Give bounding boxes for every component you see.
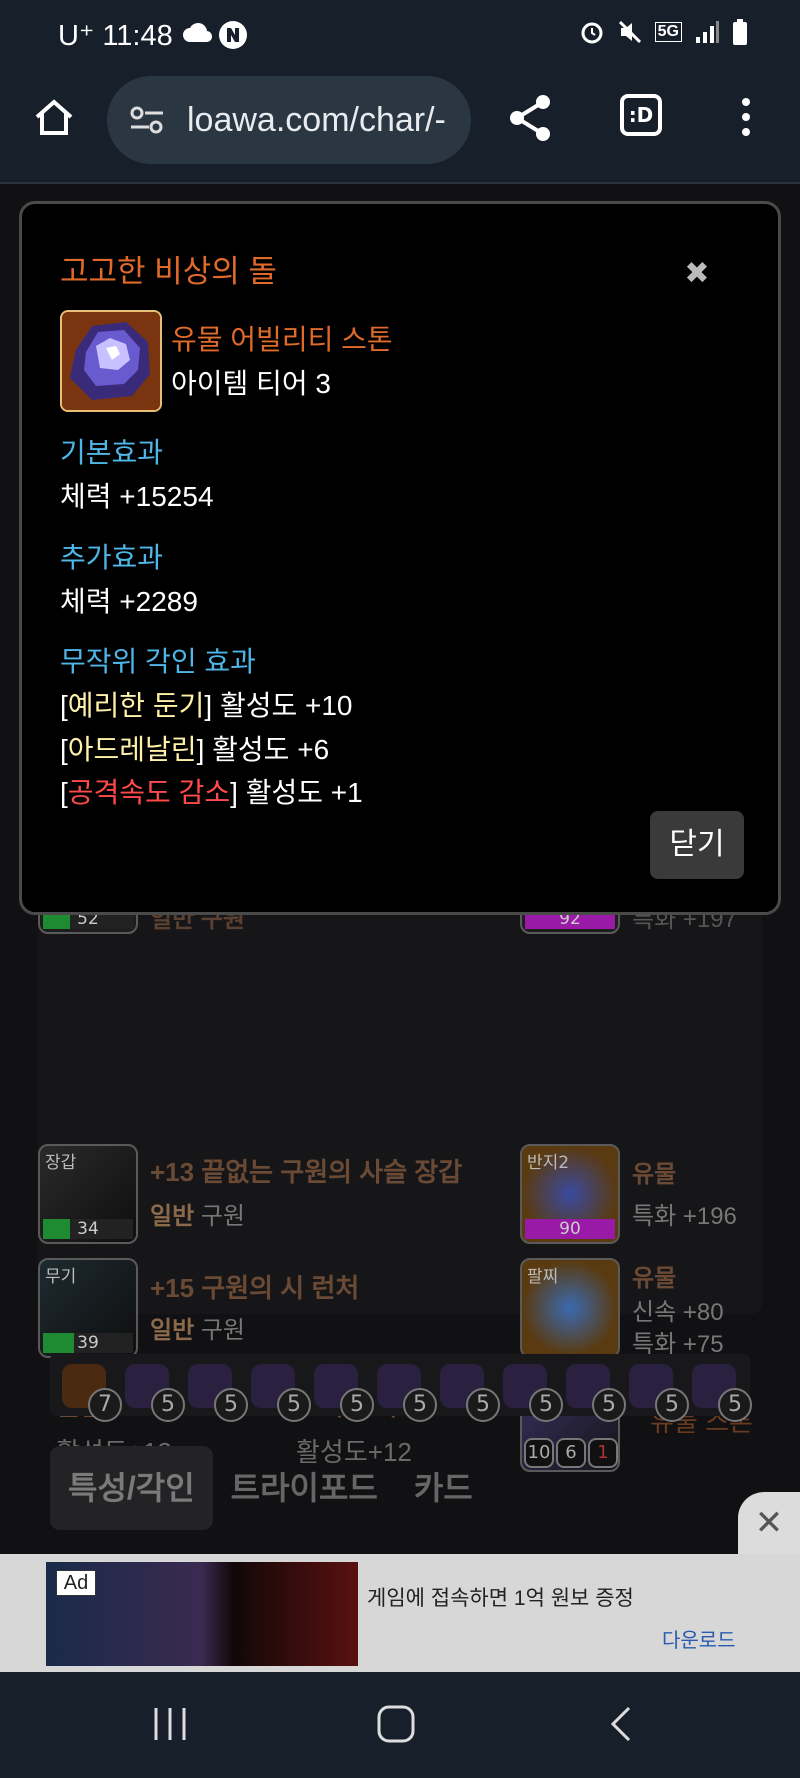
gem-slot[interactable]: 5 [251,1364,311,1422]
tabs-label: :D [628,103,654,127]
system-icons: 5G [579,18,748,46]
share-icon [510,95,550,141]
close-button[interactable]: 닫기 [650,811,744,879]
engraving-heading: 무작위 각인 효과 [60,646,256,677]
gear-grade: 일반 구원 [150,1317,246,1344]
accessory-grade: 유물 [632,1161,677,1188]
stone-count-1: 10 [524,1438,554,1468]
gem-slot[interactable]: 5 [503,1364,563,1422]
share-button[interactable] [504,90,556,146]
gem-slot[interactable]: 5 [692,1364,752,1422]
engraving-line: [공격속도 감소] 활성도 +1 [60,777,363,808]
gem-slot[interactable]: 5 [314,1364,374,1422]
gem-slot[interactable]: 5 [629,1364,689,1422]
ad-badge: Ad [56,1570,96,1596]
base-effect-value: 체력 +15254 [60,481,214,512]
naver-icon [219,21,247,49]
accessory-stat: 신속 +80 [632,1299,724,1326]
status-bar: U⁺ 11:48 5G [0,0,800,72]
tab-traits[interactable]: 특성/각인 [50,1446,213,1530]
accessory-slot-label: 팔찌 [527,1267,559,1287]
cloud-icon [183,23,212,43]
stone-icon [62,312,160,410]
navigation-bar [0,1672,800,1778]
home-icon [35,99,73,135]
gem-slot[interactable]: 7 [62,1364,122,1422]
engraving-line: [예리한 둔기] 활성도 +10 [60,690,353,721]
section-tabs: 특성/각인 트라이포드 카드 [50,1446,491,1530]
back-button[interactable] [600,1700,644,1748]
accessory-stat: 특화 +196 [632,1203,737,1230]
engraving-value: 활성도 +6 [212,734,330,765]
engraving-name: 공격속도 감소 [67,777,231,808]
tab-tripod[interactable]: 트라이포드 [213,1446,396,1530]
item-name: 유물 어빌리티 스톤 [171,324,393,355]
gear-slot-label: 장갑 [45,1153,77,1173]
recent-apps-button[interactable] [148,1700,192,1748]
ability-stone-image [60,310,162,412]
url-text: loawa.com/char/- [187,100,446,139]
gear-item-weapon[interactable]: 무기 39 [38,1258,140,1358]
gem-slot[interactable]: 5 [188,1364,248,1422]
clock: 11:48 [102,20,173,52]
ad-banner[interactable]: Ad 게임에 접속하면 1억 원보 증정 다운로드 [0,1554,800,1672]
engraving-name: 예리한 둔기 [67,690,205,721]
extra-effect-heading: 추가효과 [60,542,164,573]
engraving-value: 활성도 +1 [245,777,363,808]
home-nav-button[interactable] [372,1700,420,1748]
address-bar[interactable]: loawa.com/char/- [107,76,471,164]
phone-screen: U⁺ 11:48 5G loawa.com/char/- :D 52 일반 구원 [0,0,800,1778]
extra-effect-value: 체력 +2289 [60,586,198,617]
item-detail-modal: 고고한 비상의 돌 ✖ 유물 어빌리티 스톤 아이템 티어 3 기본효과 체력 … [19,201,781,915]
equipment-panel [38,884,762,1314]
engraving-name: 아드레날린 [67,734,197,765]
gem-slot[interactable]: 5 [125,1364,185,1422]
battery-icon [733,19,747,45]
gem-slot[interactable]: 5 [566,1364,626,1422]
gear-grade: 일반 구원 [150,1203,246,1230]
gear-slot-label: 무기 [45,1267,77,1287]
more-menu-button[interactable] [728,92,764,142]
gem-slot[interactable]: 5 [377,1364,437,1422]
gear-level-bar: 34 [43,1219,133,1239]
notification-icons [182,20,248,50]
back-icon [610,1706,631,1742]
signal-icon [696,21,719,43]
gear-name: +13 끝없는 구원의 사슬 장갑 [150,1157,463,1187]
network-label: 5G [654,22,682,42]
stone-count-3: 1 [588,1438,618,1468]
gem-slot[interactable]: 5 [440,1364,500,1422]
gear-name: +15 구원의 시 런처 [150,1273,360,1303]
item-tier: 아이템 티어 3 [171,368,331,399]
home-button[interactable] [30,94,78,142]
carrier-label: U⁺ [58,20,95,52]
modal-title: 고고한 비상의 돌 [60,254,277,289]
more-vertical-icon [742,98,750,136]
browser-toolbar: loawa.com/char/- :D [0,72,800,184]
ad-text: 게임에 접속하면 1억 원보 증정 [367,1587,634,1610]
engraving-line: [아드레날린] 활성도 +6 [60,734,330,765]
mute-icon [618,20,641,44]
alarm-icon [581,22,603,44]
accessory-slot-label: 반지2 [527,1153,570,1173]
tabs-button[interactable]: :D [620,94,662,136]
home-nav-icon [377,1705,415,1743]
accessory-bracelet[interactable]: 팔찌 [520,1258,622,1358]
gem-row: 7 5 5 5 5 5 5 5 5 5 5 [50,1354,752,1422]
accessory-level-bar: 90 [525,1219,615,1239]
gear-item-gloves[interactable]: 장갑 34 [38,1144,140,1244]
base-effect-heading: 기본효과 [60,437,164,468]
ad-close-button[interactable]: ✕ [738,1492,800,1554]
recent-apps-icon [154,1708,186,1740]
stone-count-2: 6 [556,1438,586,1468]
accessory-ring[interactable]: 반지2 90 [520,1144,622,1244]
engraving-value: 활성도 +10 [219,690,353,721]
gear-level-bar: 39 [43,1333,133,1353]
close-icon[interactable]: ✖ [679,256,715,292]
ad-download-link[interactable]: 다운로드 [662,1624,736,1653]
accessory-grade: 유물 [632,1265,677,1292]
site-settings-icon[interactable] [127,105,167,135]
tab-card[interactable]: 카드 [396,1446,491,1530]
